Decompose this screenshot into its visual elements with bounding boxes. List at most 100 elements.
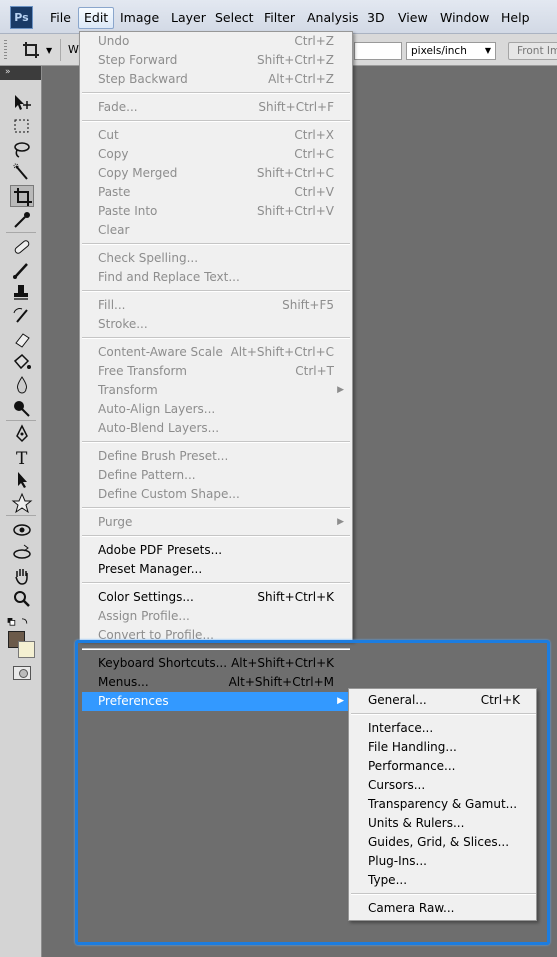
3d-rotate-tool-icon[interactable]: [10, 519, 34, 541]
menu-item-general[interactable]: General... Ctrl+K: [351, 691, 536, 710]
menu-item-label: Define Brush Preset...: [98, 449, 229, 463]
custom-shape-tool-icon[interactable]: [10, 492, 34, 514]
menu-separator: [351, 893, 536, 895]
menu-layer[interactable]: Layer: [166, 7, 211, 29]
menu-item-cut[interactable]: Cut Ctrl+X: [82, 126, 350, 145]
menu-item-step-backward[interactable]: Step Backward Alt+Ctrl+Z: [82, 70, 350, 89]
menu-item-fade[interactable]: Fade... Shift+Ctrl+F: [82, 98, 350, 117]
menu-item-purge[interactable]: Purge ▶: [82, 513, 350, 532]
clone-stamp-tool-icon[interactable]: [10, 282, 34, 304]
brush-tool-icon[interactable]: [10, 259, 34, 281]
menu-item-copy[interactable]: Copy Ctrl+C: [82, 145, 350, 164]
history-brush-tool-icon[interactable]: [10, 305, 34, 327]
options-bar-grip[interactable]: [4, 40, 7, 60]
quick-selection-tool-icon[interactable]: [10, 162, 34, 184]
options-divider: [60, 39, 61, 61]
menu-item-label: Units & Rulers...: [368, 816, 465, 830]
menu-item-paste-into[interactable]: Paste Into Shift+Ctrl+V: [82, 202, 350, 221]
menu-item-transform[interactable]: Transform ▶: [82, 381, 350, 400]
menu-item-auto-align-layers[interactable]: Auto-Align Layers...: [82, 400, 350, 419]
menu-item-preferences[interactable]: Preferences ▶: [82, 692, 350, 711]
menu-file[interactable]: File: [45, 7, 76, 29]
menu-item-units-rulers[interactable]: Units & Rulers...: [351, 814, 536, 833]
pen-tool-icon[interactable]: [10, 423, 34, 445]
menu-3d[interactable]: 3D: [362, 7, 390, 29]
menu-analysis[interactable]: Analysis: [302, 7, 364, 29]
move-tool-icon[interactable]: [10, 92, 34, 114]
paint-bucket-tool-icon[interactable]: [10, 351, 34, 373]
default-swap-colors-icon[interactable]: [6, 611, 36, 626]
menu-item-menus[interactable]: Menus... Alt+Shift+Ctrl+M: [82, 673, 350, 692]
menu-item-convert-to-profile[interactable]: Convert to Profile...: [82, 626, 350, 645]
menu-item-label: Copy: [98, 147, 129, 161]
resolution-units-select[interactable]: pixels/inch ▼: [406, 42, 496, 60]
menu-edit[interactable]: Edit: [78, 7, 115, 29]
menu-item-transparency-gamut[interactable]: Transparency & Gamut...: [351, 795, 536, 814]
menu-item-define-custom-shape[interactable]: Define Custom Shape...: [82, 485, 350, 504]
menu-item-step-forward[interactable]: Step Forward Shift+Ctrl+Z: [82, 51, 350, 70]
dodge-tool-icon[interactable]: [10, 397, 34, 419]
menu-item-find-and-replace-text[interactable]: Find and Replace Text...: [82, 268, 350, 287]
menu-item-copy-merged[interactable]: Copy Merged Shift+Ctrl+C: [82, 164, 350, 183]
resolution-units-value: pixels/inch: [411, 45, 467, 57]
menu-item-free-transform[interactable]: Free Transform Ctrl+T: [82, 362, 350, 381]
front-image-button[interactable]: Front Im: [508, 42, 557, 60]
resolution-input[interactable]: [354, 42, 402, 60]
crop-tool-icon[interactable]: [10, 185, 34, 207]
menu-item-adobe-pdf-presets[interactable]: Adobe PDF Presets...: [82, 541, 350, 560]
menu-item-shortcut: Ctrl+V: [294, 185, 334, 199]
menu-item-camera-raw[interactable]: Camera Raw...: [351, 899, 536, 918]
zoom-tool-icon[interactable]: [10, 588, 34, 610]
menu-item-type[interactable]: Type...: [351, 871, 536, 890]
menu-item-define-brush-preset[interactable]: Define Brush Preset...: [82, 447, 350, 466]
menu-item-performance[interactable]: Performance...: [351, 757, 536, 776]
menu-item-auto-blend-layers[interactable]: Auto-Blend Layers...: [82, 419, 350, 438]
type-tool-icon[interactable]: T: [10, 446, 34, 469]
menu-help[interactable]: Help: [496, 7, 535, 29]
menu-item-cursors[interactable]: Cursors...: [351, 776, 536, 795]
marquee-tool-icon[interactable]: [10, 116, 34, 138]
tools-panel-collapse[interactable]: »: [0, 66, 41, 80]
eraser-tool-icon[interactable]: [10, 328, 34, 350]
blur-tool-icon[interactable]: [10, 374, 34, 396]
menu-view[interactable]: View: [393, 7, 433, 29]
menu-item-assign-profile[interactable]: Assign Profile...: [82, 607, 350, 626]
menu-item-stroke[interactable]: Stroke...: [82, 315, 350, 334]
menu-item-preset-manager[interactable]: Preset Manager...: [82, 560, 350, 579]
menu-item-shortcut: Ctrl+C: [294, 147, 334, 161]
menu-separator: [82, 582, 350, 584]
3d-orbit-tool-icon[interactable]: [10, 542, 34, 564]
menu-item-file-handling[interactable]: File Handling...: [351, 738, 536, 757]
menu-item-content-aware-scale[interactable]: Content-Aware Scale Alt+Shift+Ctrl+C: [82, 343, 350, 362]
menu-filter[interactable]: Filter: [259, 7, 300, 29]
lasso-tool-icon[interactable]: [10, 139, 34, 161]
menu-select[interactable]: Select: [210, 7, 259, 29]
menu-window[interactable]: Window: [435, 7, 494, 29]
menu-item-guides-grid-slices[interactable]: Guides, Grid, & Slices...: [351, 833, 536, 852]
menu-item-keyboard-shortcuts[interactable]: Keyboard Shortcuts... Alt+Shift+Ctrl+K: [82, 654, 350, 673]
eyedropper-tool-icon[interactable]: [10, 209, 34, 231]
menu-separator: [351, 713, 536, 715]
menu-separator: [82, 648, 350, 650]
background-color-swatch[interactable]: [18, 641, 35, 658]
menu-item-fill[interactable]: Fill... Shift+F5: [82, 296, 350, 315]
menu-item-shortcut: Ctrl+K: [480, 693, 520, 707]
menu-item-color-settings[interactable]: Color Settings... Shift+Ctrl+K: [82, 588, 350, 607]
menu-separator: [82, 337, 350, 339]
menu-item-clear[interactable]: Clear: [82, 221, 350, 240]
menu-item-plug-ins[interactable]: Plug-Ins...: [351, 852, 536, 871]
menu-item-define-pattern[interactable]: Define Pattern...: [82, 466, 350, 485]
menu-image[interactable]: Image: [115, 7, 164, 29]
menu-item-check-spelling[interactable]: Check Spelling...: [82, 249, 350, 268]
menu-item-label: Auto-Align Layers...: [98, 402, 216, 416]
crop-tool-preset-icon[interactable]: [22, 41, 40, 59]
path-selection-tool-icon[interactable]: [10, 469, 34, 491]
menu-item-undo[interactable]: Undo Ctrl+Z: [82, 32, 350, 51]
quick-mask-icon[interactable]: [13, 666, 31, 680]
healing-brush-tool-icon[interactable]: [10, 236, 34, 258]
chevron-down-icon[interactable]: ▼: [46, 46, 52, 55]
menu-item-interface[interactable]: Interface...: [351, 719, 536, 738]
menu-item-paste[interactable]: Paste Ctrl+V: [82, 183, 350, 202]
menu-item-label: Fill...: [98, 298, 126, 312]
hand-tool-icon[interactable]: [10, 565, 34, 587]
